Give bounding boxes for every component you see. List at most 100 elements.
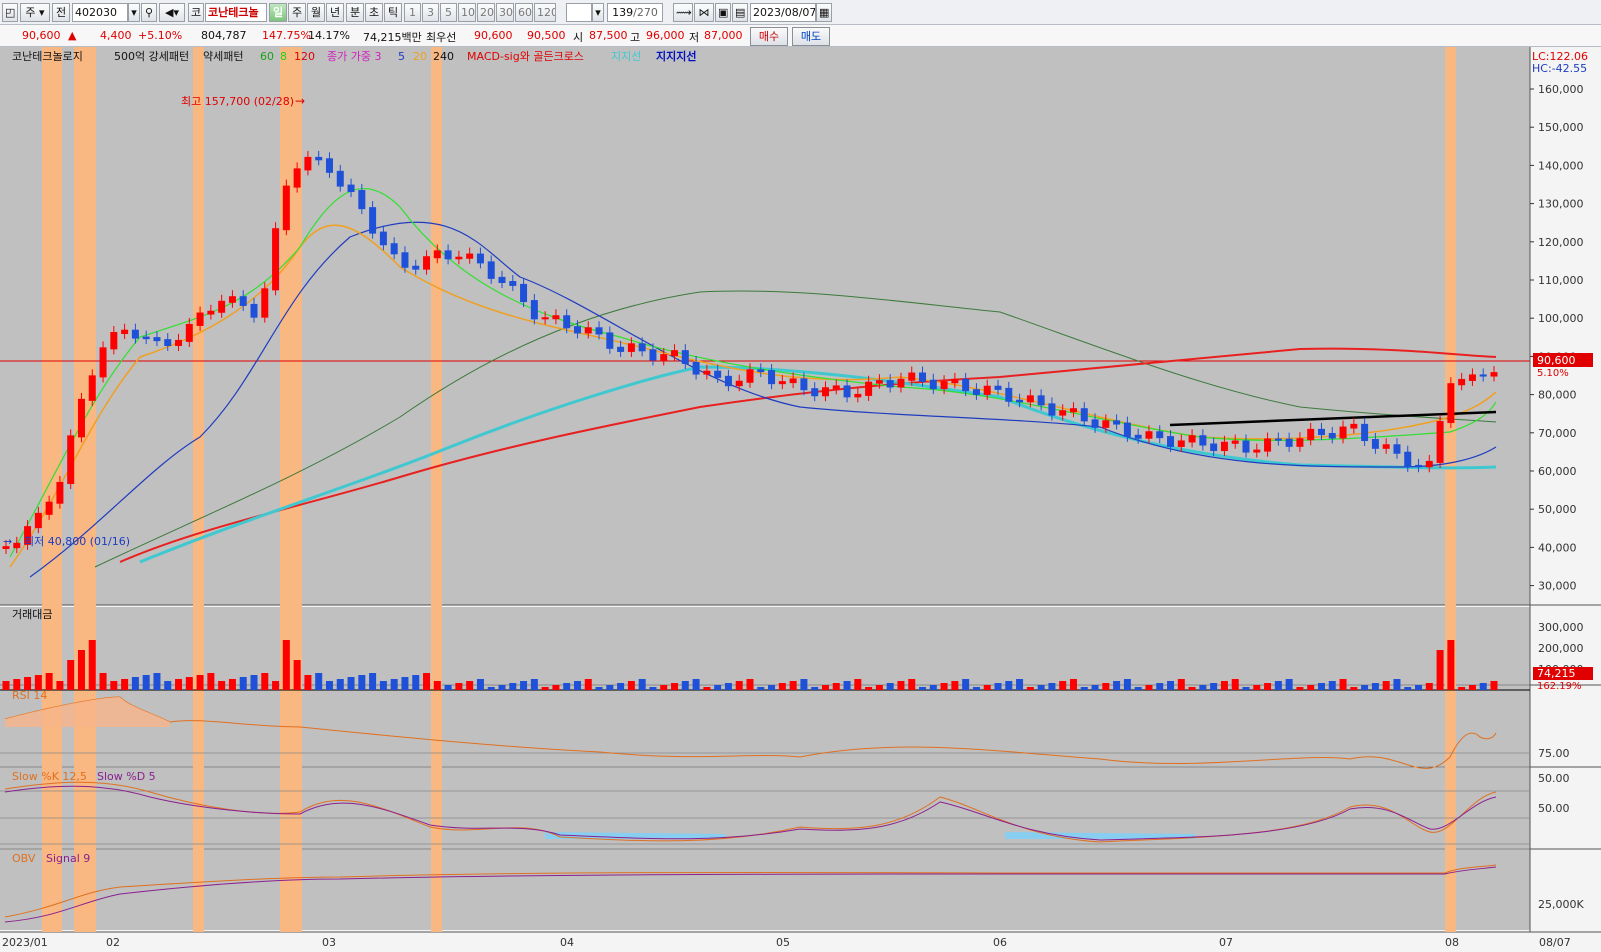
obv-panel-bg [0,850,1530,930]
volume-bar [821,685,829,690]
period-year[interactable]: 년 [326,3,344,22]
candle-body [573,326,581,334]
volume-bar [1425,683,1433,690]
candle-body [724,375,732,387]
candle-body [1382,444,1390,449]
interval-5[interactable]: 5 [440,3,457,22]
volume-bar [1145,685,1153,690]
calendar-icon[interactable]: ▦ [816,3,832,22]
candle-body [1371,439,1379,449]
legend-ma5: 5 [398,50,405,63]
candle-body [541,317,549,320]
y-axis-bg [1530,47,1601,932]
x-tick: 07 [1219,936,1233,949]
candle-body [1069,408,1077,413]
volume-bar [843,681,851,690]
date-input[interactable]: 2023/08/07 [750,3,816,22]
compare-icon[interactable]: ⟿ [673,3,693,22]
candle-body [347,184,355,193]
volume-bar [1253,685,1261,690]
candle-body [617,346,625,352]
volume-bar [520,681,528,690]
interval-1[interactable]: 1 [404,3,421,22]
candle-body [821,387,829,397]
sell-button[interactable]: 매도 [792,27,830,46]
interval-10[interactable]: 10 [458,3,476,22]
mode-select-2[interactable]: 전 [52,3,70,22]
period-day[interactable]: 일 [269,3,287,22]
volume-bar [1210,683,1218,690]
save-icon[interactable]: ▣ [715,3,731,22]
candle-body [110,332,118,350]
x-axis-bg [0,932,1601,952]
volume-bar [573,681,581,690]
candle-body [1199,435,1207,446]
highlight-band [193,47,204,932]
count-display[interactable]: 139/270 [607,3,663,22]
y-tick-label: 100,000 [1538,312,1584,325]
period-month[interactable]: 월 [307,3,325,22]
mode-select-1[interactable]: 주 ▾ [20,3,50,22]
sound-icon[interactable]: ◀▾ [159,3,185,22]
volume-bar [272,681,280,690]
candle-body [239,296,247,306]
volume-bar [369,673,377,690]
candle-body [875,380,883,384]
volume-bar [1026,687,1034,690]
candle-body [735,380,743,387]
volume-bar [34,675,42,690]
count-value: 139 [612,6,634,19]
period-minute[interactable]: 분 [346,3,364,22]
candle-body [1048,403,1056,416]
code-dropdown-icon[interactable]: ▾ [128,3,140,22]
candle-body [1059,410,1067,416]
stock-code-input[interactable]: 402030 [72,3,128,22]
candle-body [476,253,484,264]
custom-interval-dropdown-icon[interactable]: ▾ [592,3,604,22]
y-tick-label: 30,000 [1538,580,1577,593]
stock-name[interactable]: 코난테크놀 [205,3,267,22]
volume-bar [121,679,129,690]
custom-interval-input[interactable] [566,3,592,22]
interval-3[interactable]: 3 [422,3,439,22]
chart-area[interactable]: 최고 157,700 (02/28) → 최저 40,800 (01/16) →… [0,47,1601,952]
candle-body [131,329,139,339]
volume-bar [919,687,927,690]
candle-body [1285,438,1293,447]
period-week[interactable]: 주 [288,3,306,22]
volume-bar [423,673,431,690]
volume-bar [627,681,635,690]
interval-20[interactable]: 20 [477,3,495,22]
candle-body [865,381,873,396]
volume-bar [77,650,85,690]
candle-body [1458,378,1466,386]
candle-body [757,369,765,373]
interval-60[interactable]: 60 [515,3,533,22]
y-tick-label: 160,000 [1538,83,1584,96]
rsi-title: RSI 14 [12,689,47,702]
candle-body [843,385,851,398]
stoch-tick: 50.00 [1538,802,1570,815]
volume-bar [466,681,474,690]
volume-bar [1102,683,1110,690]
volume-bar [433,681,441,690]
pattern-icon[interactable]: ⋈ [694,3,714,22]
candle-body [142,336,150,340]
window-icon[interactable]: ◰ [2,3,18,22]
stock-chart[interactable]: 최고 157,700 (02/28) → 최저 40,800 (01/16) →… [0,47,1601,952]
candle-body [121,329,129,335]
volume-bar [929,685,937,690]
candle-body [218,300,226,313]
market-tag[interactable]: 코 [188,3,204,22]
candle-body [315,156,323,161]
search-icon[interactable]: ⚲ [141,3,157,22]
volume-bar [1220,681,1228,690]
interval-30[interactable]: 30 [496,3,514,22]
period-second[interactable]: 초 [365,3,383,22]
candle-body [423,256,431,270]
candle-body [606,332,614,349]
period-tick[interactable]: 틱 [384,3,402,22]
settings-icon[interactable]: ▤ [732,3,748,22]
interval-120[interactable]: 120 [534,3,556,22]
buy-button[interactable]: 매수 [750,27,788,46]
